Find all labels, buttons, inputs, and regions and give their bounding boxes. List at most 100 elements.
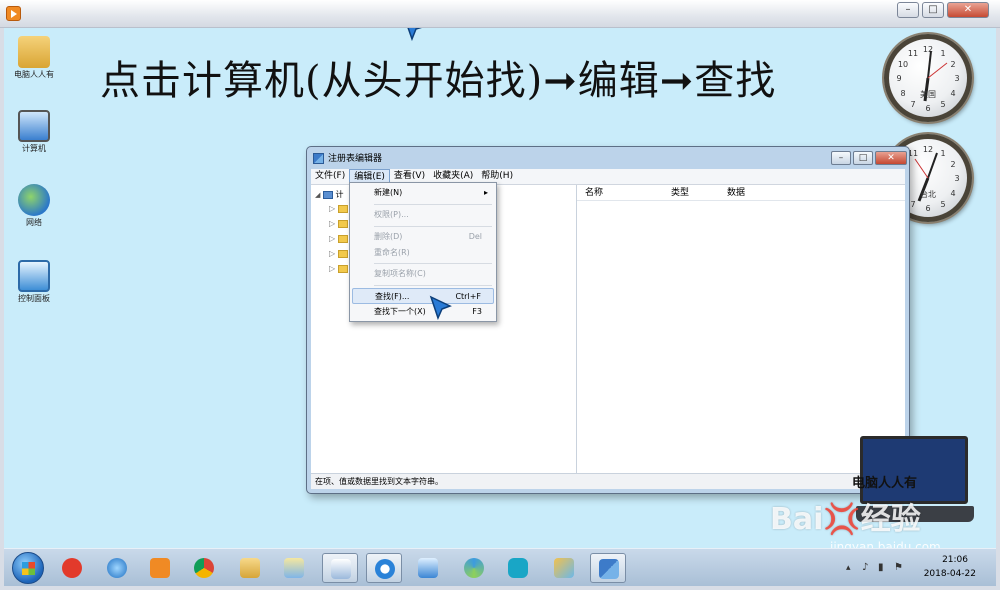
- menu-item-label: 新建(N): [374, 188, 403, 197]
- player-logo-icon: [6, 6, 21, 21]
- menu-item-label: 删除(D): [374, 232, 403, 241]
- control-panel-icon: [18, 260, 50, 292]
- svg-text:1: 1: [940, 49, 945, 58]
- tree-node-hive[interactable]: ▷: [329, 249, 348, 258]
- menu-separator: [374, 226, 492, 227]
- chrome-icon: [194, 558, 214, 578]
- menu-item-find[interactable]: 查找(F)... Ctrl+F: [352, 288, 494, 304]
- baidu-watermark-url: jingyan.baidu.com: [830, 540, 941, 548]
- expand-arrow-icon[interactable]: ▷: [329, 264, 335, 273]
- svg-text:6: 6: [925, 104, 930, 113]
- regedit-icon: [599, 559, 619, 579]
- menu-item-label: 查找(F)...: [375, 292, 410, 301]
- tree-node-hive[interactable]: ▷: [329, 204, 348, 213]
- column-header-name[interactable]: 名称: [585, 185, 603, 201]
- start-button[interactable]: [12, 552, 44, 584]
- menu-file[interactable]: 文件(F): [311, 169, 349, 184]
- media-player-icon: [150, 558, 170, 578]
- baidu-watermark: Bai💢经验: [770, 502, 921, 537]
- logo-brand-text: 电脑人人有: [852, 476, 918, 491]
- values-column-header: 名称 类型 数据: [577, 185, 905, 201]
- taskbar-app-12[interactable]: [546, 553, 582, 583]
- taskbar-app-1[interactable]: [54, 553, 90, 583]
- svg-text:2: 2: [950, 160, 955, 169]
- tray-time[interactable]: 21:06: [942, 555, 968, 565]
- taskbar-explorer[interactable]: [232, 553, 268, 583]
- desktop: 电脑人人有 计算机 网络 控制面板 点击计算机(从头开始找)➞编辑➞查找 12 3…: [4, 28, 996, 548]
- taskbar-chrome[interactable]: [186, 553, 222, 583]
- maximize-button[interactable]: □: [922, 2, 944, 18]
- svg-text:1: 1: [940, 149, 945, 158]
- taskbar-app-8[interactable]: [366, 553, 402, 583]
- desktop-icon-control-panel[interactable]: 控制面板: [8, 260, 60, 304]
- svg-text:9: 9: [896, 74, 901, 83]
- menu-separator: [374, 263, 492, 264]
- flag-icon[interactable]: ⚑: [894, 562, 903, 573]
- tree-node-hive[interactable]: ▷: [329, 264, 348, 273]
- clock-city-label: 美国: [920, 90, 936, 99]
- minimize-button[interactable]: –: [897, 2, 919, 18]
- menu-item-find-next[interactable]: 查找下一个(X) F3: [352, 304, 494, 320]
- menu-item-label: 查找下一个(X): [374, 307, 426, 316]
- desktop-icon-user-folder[interactable]: 电脑人人有: [8, 36, 60, 80]
- clock-gadget-1[interactable]: 12 3 6 9 1245 7 8 10 11 美国: [884, 34, 972, 122]
- network-icon[interactable]: ▮: [878, 562, 884, 573]
- folder-icon: [337, 219, 348, 228]
- volume-icon[interactable]: ♪: [862, 562, 868, 573]
- close-button[interactable]: ✕: [947, 2, 989, 18]
- column-header-data[interactable]: 数据: [727, 185, 745, 201]
- regedit-minimize-button[interactable]: –: [831, 151, 851, 165]
- desktop-icon-network[interactable]: 网络: [8, 184, 60, 228]
- taskbar-app-7[interactable]: [322, 553, 358, 583]
- collapse-arrow-icon[interactable]: ◢: [315, 191, 320, 199]
- menu-item-label: 重命名(R): [374, 248, 410, 257]
- taskbar-regedit[interactable]: [590, 553, 626, 583]
- app-icon: [331, 559, 351, 579]
- svg-text:3: 3: [954, 74, 959, 83]
- svg-text:5: 5: [940, 100, 945, 109]
- regedit-status-bar: 在项、值或数据里找到文本字符串。: [311, 473, 905, 489]
- expand-arrow-icon[interactable]: ▷: [329, 234, 335, 243]
- expand-arrow-icon[interactable]: ▷: [329, 204, 335, 213]
- tree-root-computer[interactable]: ◢ 计: [315, 189, 343, 200]
- tree-node-hive[interactable]: ▷: [329, 234, 348, 243]
- regedit-close-button[interactable]: ✕: [875, 151, 907, 165]
- expand-arrow-icon[interactable]: ▷: [329, 219, 335, 228]
- regedit-maximize-button[interactable]: □: [853, 151, 873, 165]
- taskbar-app-11[interactable]: [500, 553, 536, 583]
- computer-node-icon: [322, 190, 333, 199]
- menu-item-shortcut: Ctrl+F: [455, 292, 481, 301]
- tree-node-hive[interactable]: ▷: [329, 219, 348, 228]
- menu-item-permissions[interactable]: 权限(P)...: [352, 207, 494, 223]
- taskbar-app-9[interactable]: [410, 553, 446, 583]
- taskbar-app-6[interactable]: [276, 553, 312, 583]
- taskbar-media[interactable]: [142, 553, 178, 583]
- tray-date[interactable]: 2018-04-22: [924, 569, 976, 579]
- folder-icon: [337, 264, 348, 273]
- player-title-bar: – □ ✕: [0, 0, 1000, 28]
- remote-desktop-icon: [418, 558, 438, 578]
- app-icon: [375, 559, 395, 579]
- desktop-icon-label: 网络: [26, 218, 42, 227]
- taskbar-app-10[interactable]: [456, 553, 492, 583]
- mouse-cursor-icon: [429, 295, 452, 320]
- tray-arrow-icon[interactable]: ▴: [846, 563, 851, 573]
- expand-arrow-icon[interactable]: ▷: [329, 249, 335, 258]
- menu-item-new[interactable]: 新建(N) ▸: [352, 185, 494, 201]
- column-header-type[interactable]: 类型: [671, 185, 689, 201]
- menu-item-copy-key-name[interactable]: 复制项名称(C): [352, 266, 494, 282]
- submenu-arrow-icon: ▸: [483, 188, 488, 197]
- desktop-icon-computer[interactable]: 计算机: [8, 110, 60, 154]
- svg-text:3: 3: [954, 174, 959, 183]
- folder-icon: [337, 249, 348, 258]
- regedit-title-bar: 注册表编辑器: [313, 151, 829, 167]
- desktop-icon-label: 电脑人人有: [14, 70, 54, 79]
- headset-icon: [508, 558, 528, 578]
- menu-item-delete[interactable]: 删除(D) Del: [352, 229, 494, 245]
- app-red-icon: [62, 558, 82, 578]
- menu-item-rename[interactable]: 重命名(R): [352, 245, 494, 261]
- mouse-cursor-icon: [407, 28, 422, 42]
- edit-dropdown-menu[interactable]: 新建(N) ▸ 权限(P)... 删除(D) Del 重命名(R) 复制项名称(…: [349, 182, 497, 322]
- regedit-app-icon: [313, 153, 324, 164]
- taskbar-ie[interactable]: [99, 553, 135, 583]
